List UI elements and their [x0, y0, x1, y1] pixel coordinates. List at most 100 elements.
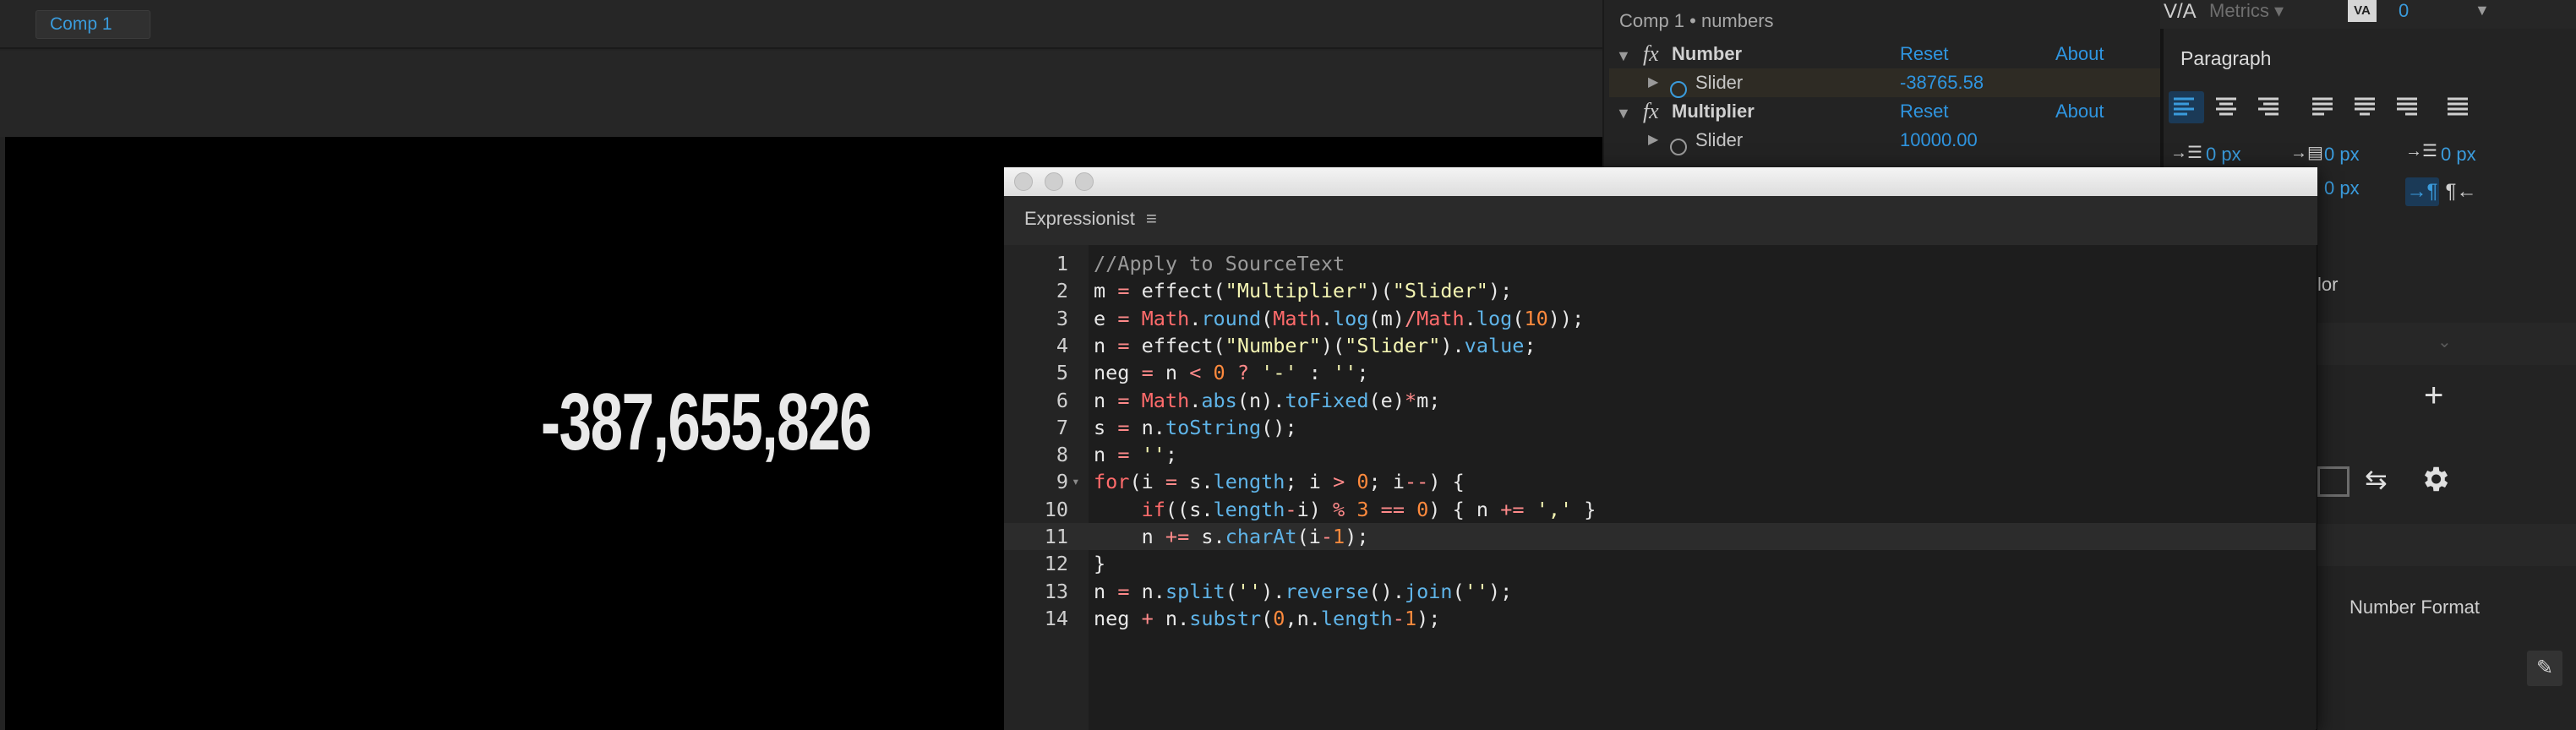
- reset-button[interactable]: Reset: [1900, 97, 1948, 126]
- window-close-button[interactable]: [1014, 172, 1033, 191]
- panel-strip: [2317, 524, 2576, 566]
- line-number: 4: [1056, 333, 1068, 357]
- code-text[interactable]: for(i = s.length; i > 0; i--) {: [1094, 468, 1465, 495]
- effect-group-number[interactable]: ▼ fx Number Reset About: [1616, 40, 2157, 68]
- code-line[interactable]: 1 //Apply to SourceText: [1004, 250, 2316, 277]
- indent-first-icon: →☰: [2405, 142, 2437, 161]
- reset-button[interactable]: Reset: [1900, 40, 1948, 68]
- gear-icon[interactable]: [2419, 463, 2451, 499]
- ltr-direction-button[interactable]: →¶: [2405, 177, 2439, 206]
- space-after-value[interactable]: 0 px: [2324, 177, 2360, 199]
- fx-icon[interactable]: fx: [1643, 41, 1659, 66]
- indent-first-value[interactable]: 0 px: [2441, 144, 2476, 166]
- window-zoom-button[interactable]: [1075, 172, 1094, 191]
- panel-menu-icon[interactable]: ≡: [1146, 208, 1157, 230]
- slider-value[interactable]: -38765.58: [1900, 68, 1984, 97]
- rtl-direction-button[interactable]: ¶←: [2444, 177, 2478, 206]
- line-number: 8: [1056, 443, 1068, 467]
- code-line[interactable]: 12}: [1004, 550, 2316, 577]
- chevron-down-icon[interactable]: ⌄: [2437, 331, 2452, 352]
- justify-all-button[interactable]: [2442, 91, 2478, 123]
- code-line[interactable]: 6 n = Math.abs(n).toFixed(e)*m;: [1004, 387, 2316, 414]
- space-before-value[interactable]: 0 px: [2324, 144, 2360, 166]
- line-number: 7: [1056, 415, 1068, 439]
- code-line[interactable]: 2 m = effect("Multiplier")("Slider");: [1004, 277, 2316, 304]
- expand-triangle-icon[interactable]: ▶: [1648, 68, 1658, 97]
- code-text[interactable]: n = '';: [1094, 441, 1177, 468]
- code-text[interactable]: n = n.split('').reverse().join('');: [1094, 578, 1512, 605]
- tracking-icon: VA: [2348, 0, 2377, 22]
- collapse-triangle-icon[interactable]: ▼: [1616, 47, 1631, 64]
- about-button[interactable]: About: [2055, 40, 2104, 68]
- code-text[interactable]: n += s.charAt(i-1);: [1094, 523, 1369, 550]
- indent-left-icon: →☰: [2170, 144, 2202, 162]
- align-right-button[interactable]: [2253, 91, 2289, 123]
- line-number: 11: [1044, 525, 1068, 548]
- line-number: 13: [1044, 579, 1068, 603]
- code-text[interactable]: }: [1094, 550, 1105, 577]
- effect-name: Multiplier: [1672, 101, 1755, 122]
- fx-icon[interactable]: fx: [1643, 99, 1659, 123]
- stopwatch-icon[interactable]: [1670, 132, 1687, 161]
- code-line[interactable]: 7 s = n.toString();: [1004, 414, 2316, 441]
- code-text[interactable]: //Apply to SourceText: [1094, 250, 1345, 277]
- rendered-number-text: -387,655,826: [541, 377, 872, 467]
- kerning-icon: V/A: [2164, 0, 2197, 23]
- about-button[interactable]: About: [2055, 97, 2104, 126]
- effect-controls-title: Comp 1 • numbers: [1619, 10, 1774, 31]
- slider-value[interactable]: 10000.00: [1900, 126, 1978, 155]
- code-line[interactable]: 14 neg + n.substr(0,n.length-1);: [1004, 605, 2316, 632]
- code-text[interactable]: s = n.toString();: [1094, 414, 1297, 441]
- justify-right-button[interactable]: [2392, 91, 2427, 123]
- code-line[interactable]: 5 neg = n < 0 ? '-' : '';: [1004, 359, 2316, 386]
- viewer-header: [0, 0, 1602, 49]
- line-number: 9: [1056, 470, 1068, 494]
- justify-left-button[interactable]: [2307, 91, 2343, 123]
- align-left-button[interactable]: [2169, 91, 2204, 123]
- code-text[interactable]: if((s.length-i) % 3 == 0) { n += ',' }: [1094, 496, 1596, 523]
- expressionist-panel-bar: [1004, 196, 2317, 245]
- param-label: Slider: [1695, 72, 1744, 93]
- tracking-dropdown-icon[interactable]: ▼: [2475, 2, 2490, 19]
- justify-center-button[interactable]: [2350, 91, 2385, 123]
- window-minimize-button[interactable]: [1045, 172, 1063, 191]
- expressionist-panel-title: Expressionist: [1024, 208, 1135, 229]
- tracking-value[interactable]: 0: [2399, 0, 2409, 22]
- code-line[interactable]: 9 ▾ for(i = s.length; i > 0; i--) {: [1004, 468, 2316, 495]
- code-text[interactable]: neg = n < 0 ? '-' : '';: [1094, 359, 1369, 386]
- align-center-button[interactable]: [2211, 91, 2246, 123]
- fold-arrow-icon[interactable]: ▾: [1072, 468, 1080, 495]
- line-number: 12: [1044, 552, 1068, 576]
- comp-tab[interactable]: Comp 1: [35, 10, 150, 39]
- add-icon[interactable]: +: [2424, 377, 2443, 415]
- indent-left-value[interactable]: 0 px: [2206, 144, 2241, 166]
- line-number: 5: [1056, 361, 1068, 385]
- collapse-triangle-icon[interactable]: ▼: [1616, 105, 1631, 122]
- pencil-icon[interactable]: ✎: [2527, 651, 2562, 686]
- number-format-label[interactable]: Number Format: [2350, 597, 2480, 618]
- effect-group-multiplier[interactable]: ▼ fx Multiplier Reset About: [1616, 97, 2157, 126]
- line-number: 10: [1044, 497, 1068, 521]
- code-line[interactable]: 4 n = effect("Number")("Slider").value;: [1004, 332, 2316, 359]
- code-text[interactable]: neg + n.substr(0,n.length-1);: [1094, 605, 1440, 632]
- slider-param-row[interactable]: ▶ Slider -38765.58: [1609, 68, 2160, 99]
- code-text[interactable]: n = effect("Number")("Slider").value;: [1094, 332, 1536, 359]
- swap-icon[interactable]: ⇆: [2365, 463, 2388, 495]
- frame-icon[interactable]: [2317, 466, 2350, 497]
- paragraph-title: Paragraph: [2180, 47, 2272, 69]
- code-text[interactable]: n = Math.abs(n).toFixed(e)*m;: [1094, 387, 1440, 414]
- code-line[interactable]: 10 if((s.length-i) % 3 == 0) { n += ',' …: [1004, 496, 2316, 523]
- line-number: 14: [1044, 606, 1068, 630]
- slider-param-row[interactable]: ▶ Slider 10000.00: [1609, 126, 2160, 156]
- viewer-toolbar-area: [0, 51, 1602, 137]
- code-line[interactable]: 8 n = '';: [1004, 441, 2316, 468]
- code-line[interactable]: 3 e = Math.round(Math.log(m)/Math.log(10)…: [1004, 305, 2316, 332]
- code-line[interactable]: 13 n = n.split('').reverse().join('');: [1004, 578, 2316, 605]
- code-text[interactable]: e = Math.round(Math.log(m)/Math.log(10))…: [1094, 305, 1584, 332]
- kerning-dropdown[interactable]: Metrics ▾: [2209, 0, 2284, 22]
- window-titlebar[interactable]: [1004, 167, 2317, 196]
- space-before-icon: →▤: [2290, 144, 2323, 162]
- expand-triangle-icon[interactable]: ▶: [1648, 126, 1658, 155]
- code-text[interactable]: m = effect("Multiplier")("Slider");: [1094, 277, 1512, 304]
- code-line[interactable]: 11 n += s.charAt(i-1);: [1004, 523, 2316, 550]
